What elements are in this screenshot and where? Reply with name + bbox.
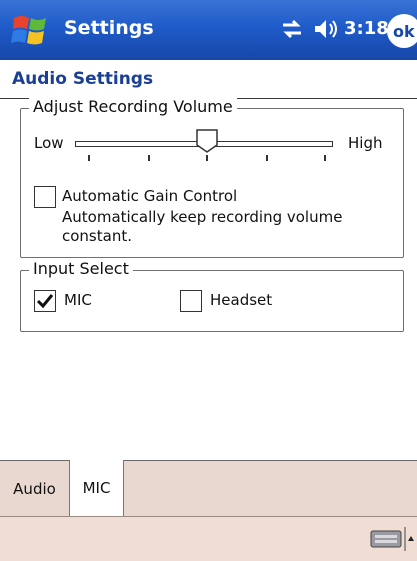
slider-low-label: Low	[34, 134, 64, 152]
headset-option-label[interactable]: Headset	[210, 291, 272, 309]
title-bar: Settings 3:18 ok	[0, 0, 417, 60]
headset-checkbox[interactable]	[180, 290, 202, 312]
connectivity-icon[interactable]	[280, 18, 304, 40]
slider-tick	[148, 155, 150, 161]
recording-volume-legend: Adjust Recording Volume	[29, 97, 237, 116]
input-select-legend: Input Select	[29, 259, 133, 278]
tab-mic[interactable]: MIC	[70, 460, 124, 517]
input-panel-arrow-icon[interactable]	[404, 527, 415, 551]
slider-tick	[88, 155, 90, 161]
command-bar	[0, 516, 417, 561]
keyboard-icon[interactable]	[370, 530, 402, 548]
mic-option-label[interactable]: MIC	[64, 291, 92, 309]
ok-button[interactable]: ok	[387, 14, 417, 48]
agc-checkbox[interactable]	[34, 186, 56, 208]
mic-checkbox[interactable]	[34, 290, 56, 312]
clock[interactable]: 3:18	[344, 18, 389, 39]
slider-thumb[interactable]	[196, 129, 218, 153]
agc-description: Automatically keep recording volume cons…	[62, 208, 343, 245]
slider-high-label: High	[348, 134, 383, 152]
speaker-volume-icon[interactable]	[313, 17, 339, 41]
tab-strip: Audio MIC	[0, 460, 417, 517]
agc-label[interactable]: Automatic Gain Control	[62, 187, 237, 205]
slider-tick	[266, 155, 268, 161]
slider-tick	[206, 155, 208, 161]
tab-audio[interactable]: Audio	[0, 461, 70, 517]
checkmark-icon	[36, 294, 54, 309]
page-title: Audio Settings	[12, 69, 154, 89]
app-title: Settings	[64, 17, 154, 39]
slider-tick	[324, 155, 326, 161]
windows-logo-icon[interactable]	[10, 10, 50, 50]
